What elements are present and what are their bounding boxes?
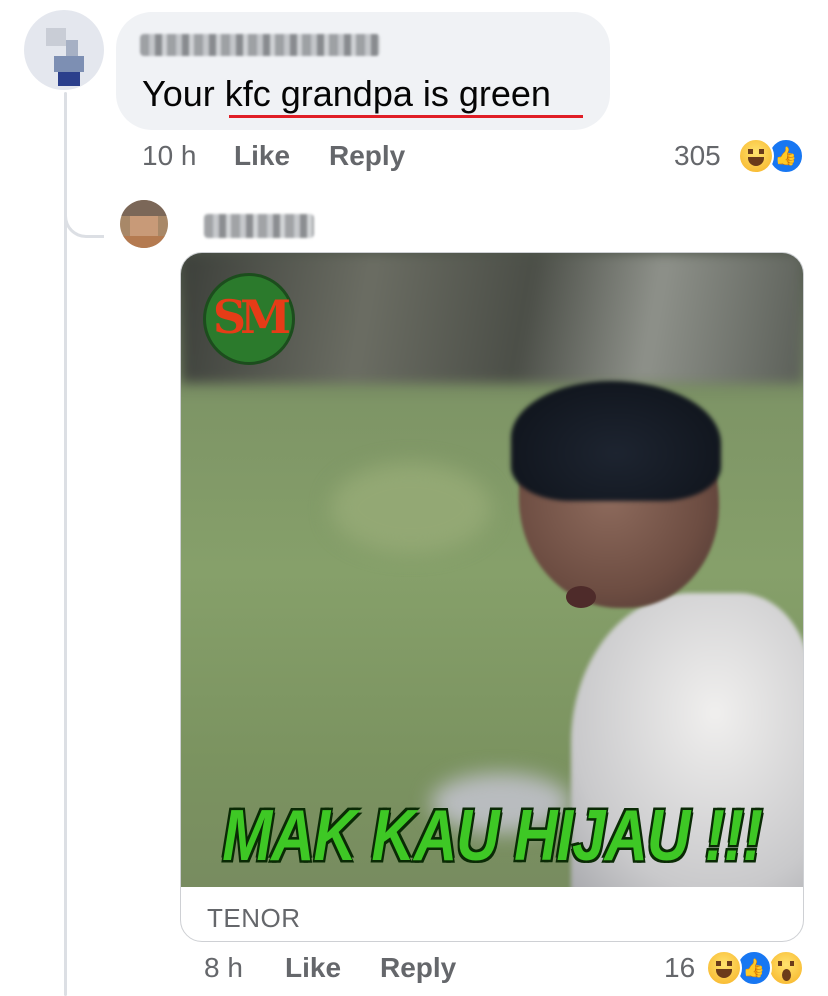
comment-timestamp[interactable]: 10 h — [142, 140, 197, 172]
gif-source-label[interactable]: TENOR — [207, 903, 301, 934]
spellcheck-underline — [229, 115, 583, 118]
thread-connector — [64, 196, 104, 238]
logo-text: SM — [212, 290, 291, 344]
author-name-redacted[interactable] — [140, 34, 380, 56]
haha-icon — [706, 950, 742, 986]
like-button[interactable]: Like — [285, 952, 341, 984]
gif-caption: MAK KAU HIJAU !!! — [222, 795, 763, 876]
haha-icon — [738, 138, 774, 174]
channel-logo: SM — [203, 273, 295, 365]
reaction-count[interactable]: 16 — [664, 952, 695, 984]
author-name-redacted[interactable] — [204, 214, 314, 238]
gif-image[interactable]: SM MAK KAU HIJAU !!! — [181, 253, 803, 887]
reply-timestamp[interactable]: 8 h — [204, 952, 243, 984]
gif-attachment[interactable]: SM MAK KAU HIJAU !!! TENOR — [180, 252, 804, 942]
reply-button[interactable]: Reply — [380, 952, 456, 984]
reaction-count[interactable]: 305 — [674, 140, 721, 172]
like-button[interactable]: Like — [234, 140, 290, 172]
gif-figure-mouth — [566, 586, 596, 608]
wow-icon — [768, 950, 804, 986]
avatar[interactable] — [120, 200, 168, 248]
comment-bubble: Your kfc grandpa is green — [116, 12, 610, 130]
comment-text: Your kfc grandpa is green — [142, 73, 551, 114]
gif-figure-hair — [511, 381, 721, 501]
gif-grass-patch — [331, 463, 491, 553]
avatar[interactable] — [24, 10, 104, 90]
reply-button[interactable]: Reply — [329, 140, 405, 172]
